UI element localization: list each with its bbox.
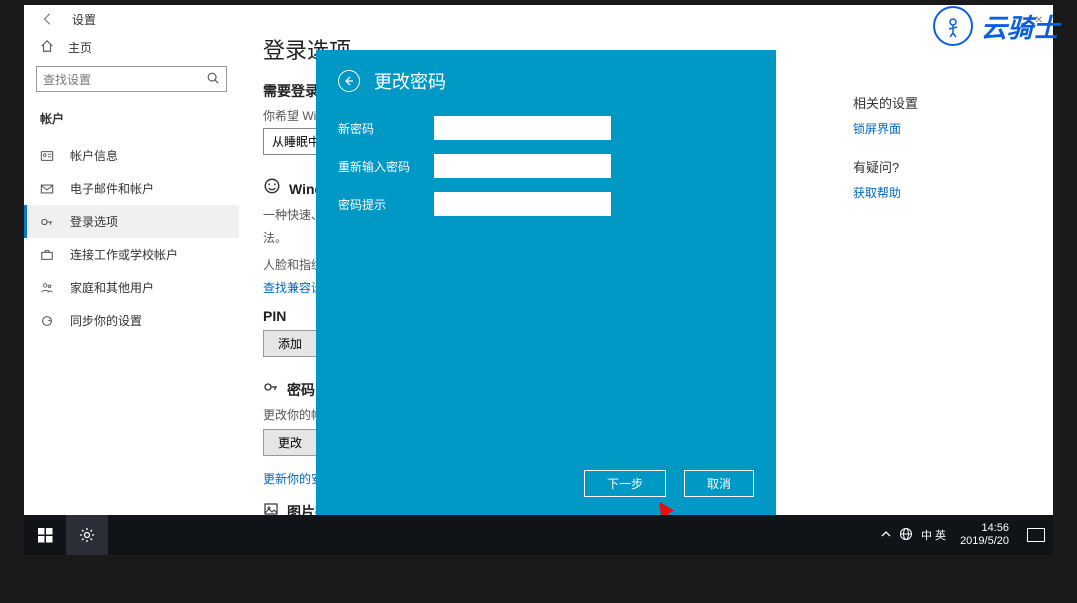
hint-label: 密码提示	[338, 196, 434, 213]
action-center-icon[interactable]	[1027, 528, 1045, 542]
next-button[interactable]: 下一步	[584, 470, 666, 497]
window-title: 设置	[72, 11, 96, 28]
arrow-left-icon	[41, 12, 55, 26]
clock-time: 14:56	[960, 522, 1009, 535]
id-card-icon	[40, 149, 56, 163]
key-icon	[40, 215, 56, 229]
lockscreen-link[interactable]: 锁屏界面	[853, 120, 1029, 137]
sidebar-item-account-info[interactable]: 帐户信息	[24, 139, 239, 172]
sidebar-item-signin-options[interactable]: 登录选项	[24, 205, 239, 238]
mail-icon	[40, 182, 56, 196]
windows-icon	[38, 528, 53, 543]
confirm-password-input[interactable]	[434, 154, 611, 178]
network-icon[interactable]	[899, 527, 913, 544]
questions-header: 有疑问?	[853, 157, 1029, 176]
hint-input[interactable]	[434, 192, 611, 216]
settings-sidebar: 主页 查找设置 帐户 帐户信息 电子邮件和帐户	[24, 33, 239, 515]
sidebar-home[interactable]: 主页	[24, 33, 239, 66]
new-password-input[interactable]	[434, 116, 611, 140]
sidebar-item-work-school[interactable]: 连接工作或学校帐户	[24, 238, 239, 271]
sidebar-item-email-accounts[interactable]: 电子邮件和帐户	[24, 172, 239, 205]
sidebar-item-family-users[interactable]: 家庭和其他用户	[24, 271, 239, 304]
start-button[interactable]	[24, 515, 66, 555]
home-icon	[40, 39, 54, 56]
tray-chevron-up-icon[interactable]	[881, 529, 891, 542]
back-button[interactable]	[36, 7, 60, 31]
people-icon	[40, 281, 56, 295]
taskbar: 中 英 14:56 2019/5/20	[24, 515, 1053, 555]
search-icon	[206, 71, 220, 88]
new-password-label: 新密码	[338, 120, 434, 137]
sidebar-item-label: 帐户信息	[70, 147, 118, 164]
confirm-password-label: 重新输入密码	[338, 158, 434, 175]
password-change-button[interactable]: 更改	[263, 429, 317, 456]
cancel-button[interactable]: 取消	[684, 470, 754, 497]
briefcase-icon	[40, 248, 56, 262]
key-icon	[263, 379, 279, 400]
search-placeholder: 查找设置	[43, 71, 206, 88]
sidebar-home-label: 主页	[68, 39, 92, 56]
ime-indicator[interactable]: 中 英	[921, 527, 946, 543]
taskbar-settings-button[interactable]	[66, 515, 108, 555]
arrow-left-icon	[344, 76, 354, 86]
password-header: 密码	[287, 380, 315, 400]
get-help-link[interactable]: 获取帮助	[853, 184, 1029, 201]
taskbar-clock[interactable]: 14:56 2019/5/20	[954, 522, 1015, 548]
sidebar-item-label: 家庭和其他用户	[70, 279, 154, 296]
sidebar-item-label: 同步你的设置	[70, 312, 142, 329]
clock-date: 2019/5/20	[960, 535, 1009, 548]
pin-add-button[interactable]: 添加	[263, 330, 317, 357]
related-settings-rail: 相关的设置 锁屏界面 有疑问? 获取帮助	[853, 33, 1053, 515]
dialog-back-button[interactable]	[338, 70, 360, 92]
dialog-title: 更改密码	[374, 68, 446, 94]
sidebar-item-sync-settings[interactable]: 同步你的设置	[24, 304, 239, 337]
related-settings-header: 相关的设置	[853, 93, 1029, 112]
sidebar-item-label: 连接工作或学校帐户	[70, 246, 178, 263]
window-close-button[interactable]: ×	[1035, 11, 1043, 27]
change-password-dialog: 更改密码 新密码 重新输入密码 密码提示 下一步 取消	[316, 50, 776, 515]
sidebar-item-label: 登录选项	[70, 213, 118, 230]
sync-icon	[40, 314, 56, 328]
system-tray[interactable]: 中 英 14:56 2019/5/20	[881, 522, 1053, 548]
window-titlebar: 设置	[24, 5, 1053, 33]
smiley-icon	[263, 177, 281, 200]
sidebar-item-label: 电子邮件和帐户	[70, 180, 154, 197]
sidebar-section-label: 帐户	[24, 104, 239, 139]
search-input[interactable]: 查找设置	[36, 66, 227, 92]
gear-icon	[79, 527, 95, 543]
